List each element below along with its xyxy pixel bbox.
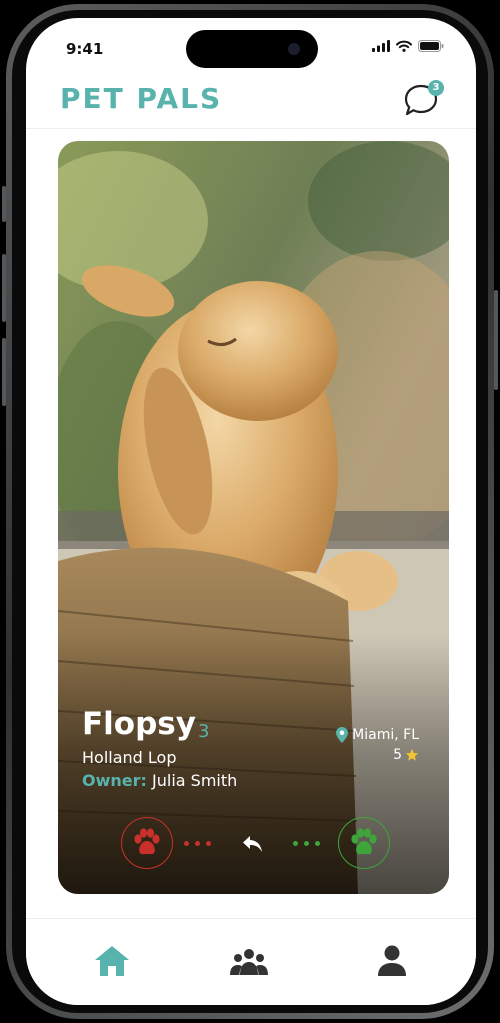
person-icon[interactable] <box>372 941 412 981</box>
wifi-icon <box>396 40 412 52</box>
pet-age: 3 <box>198 721 210 742</box>
bottom-tab-bar <box>26 918 476 1005</box>
paw-icon <box>351 828 377 855</box>
status-bar: 9:41 <box>26 18 476 74</box>
dynamic-island <box>186 30 318 68</box>
pet-name: Flopsy <box>82 706 196 742</box>
status-icons <box>372 40 444 52</box>
pass-dots <box>184 841 211 846</box>
undo-arrow-icon[interactable] <box>242 834 264 854</box>
paw-icon <box>134 828 160 855</box>
pass-button[interactable] <box>121 817 173 869</box>
home-icon[interactable] <box>92 941 132 981</box>
owner-name: Julia Smith <box>152 771 238 790</box>
map-pin-icon <box>336 727 349 743</box>
chat-notification-badge: 3 <box>428 80 444 96</box>
location-text: Miami, FL <box>352 727 419 743</box>
like-button[interactable] <box>338 817 390 869</box>
star-icon <box>405 748 419 761</box>
pet-owner: Owner: Julia Smith <box>82 771 237 790</box>
battery-icon <box>418 40 444 52</box>
pet-rating: 5 <box>393 747 419 763</box>
pet-profile-card[interactable]: Flopsy 3 Holland Lop Owner: Julia Smith … <box>58 141 449 894</box>
pet-location: Miami, FL <box>336 727 419 743</box>
app-header: PET PALS 3 <box>26 74 476 129</box>
camera-icon <box>288 43 300 55</box>
signal-icon <box>372 40 390 52</box>
rating-value: 5 <box>393 747 402 763</box>
status-time: 9:41 <box>66 40 104 58</box>
pet-breed: Holland Lop <box>82 748 177 767</box>
app-screen: 9:41 PET PALS 3 Flopsy 3 Holland Lop Own… <box>26 18 476 1005</box>
app-logo: PET PALS <box>60 82 223 115</box>
owner-label: Owner: <box>82 771 147 790</box>
group-icon[interactable] <box>229 941 269 981</box>
like-dots <box>293 841 320 846</box>
